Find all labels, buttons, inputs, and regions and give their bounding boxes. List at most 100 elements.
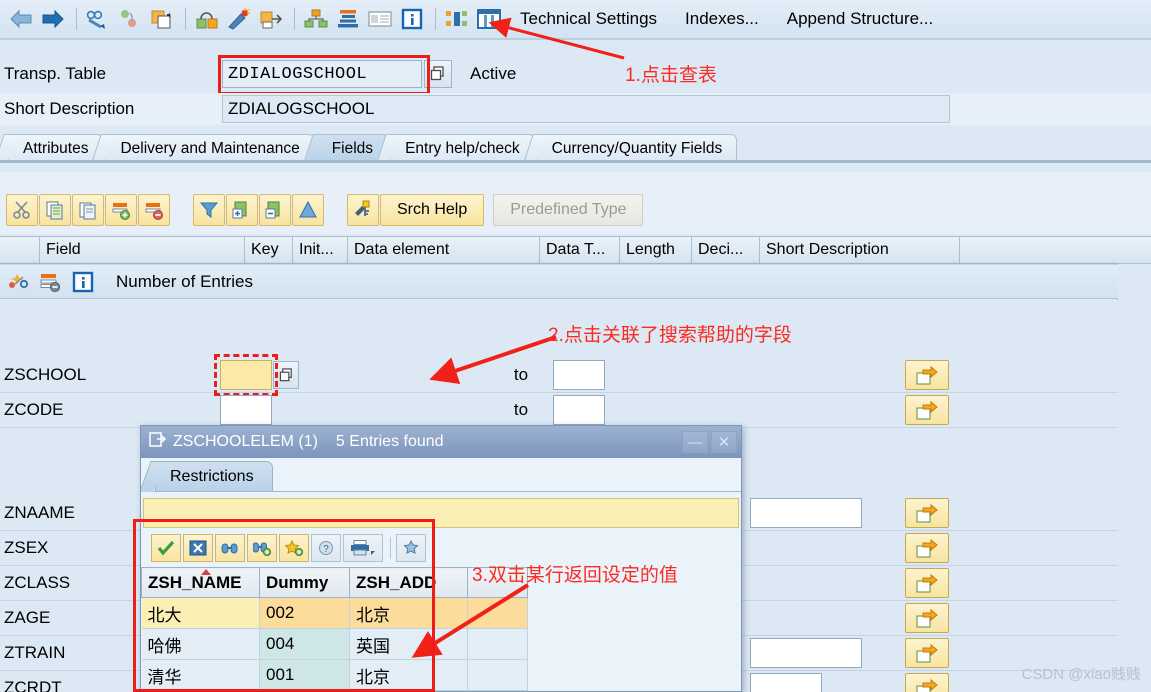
dialog-titlebar[interactable]: ZSCHOOLELEM (1) 5 Entries found — ✕ xyxy=(141,426,741,458)
column-label: ZSH_NAME xyxy=(148,572,242,592)
information-icon[interactable] xyxy=(68,267,98,297)
cell-zsh-name[interactable]: 清华 xyxy=(141,659,260,691)
toolbar-separator xyxy=(294,8,295,30)
zschool-search-help-icon[interactable] xyxy=(273,361,299,389)
zcode-from-input[interactable] xyxy=(220,395,272,425)
revise-icon[interactable] xyxy=(192,4,222,34)
tab-delivery-and-maintenance[interactable]: Delivery and Maintenance xyxy=(105,134,315,162)
srch-help-button[interactable]: Srch Help xyxy=(380,194,485,226)
short-description-input[interactable]: ZDIALOGSCHOOL xyxy=(222,95,950,123)
variant-icon[interactable] xyxy=(36,267,66,297)
restriction-input-bar[interactable] xyxy=(143,498,739,528)
filter-icon[interactable] xyxy=(193,194,225,226)
table-row[interactable]: 哈佛 004 英国 xyxy=(141,628,528,660)
cell-dummy[interactable]: 004 xyxy=(259,628,350,660)
toolbar-separator xyxy=(76,8,77,30)
menu-technical-settings[interactable]: Technical Settings xyxy=(520,9,657,29)
znaame-multiple-selection-button[interactable] xyxy=(905,498,949,528)
insert-row-icon[interactable] xyxy=(105,194,137,226)
table-row[interactable]: 清华 001 北京 xyxy=(141,659,528,691)
key-icon[interactable] xyxy=(347,194,379,226)
execute-icon[interactable] xyxy=(4,267,34,297)
help-icon[interactable]: ? xyxy=(311,534,341,562)
fields-toolbar-strip: Srch Help Predefined Type xyxy=(6,194,644,226)
tab-entry-help-check[interactable]: Entry help/check xyxy=(390,134,535,162)
zcrdt-to-input[interactable] xyxy=(750,673,822,692)
short-description-row: Short Description ZDIALOGSCHOOL xyxy=(0,93,1151,125)
zclass-multiple-selection-button[interactable] xyxy=(905,568,949,598)
table-name-help-icon[interactable] xyxy=(424,60,452,88)
menu-indexes[interactable]: Indexes... xyxy=(685,9,759,29)
column-header-zsh-name[interactable]: ZSH_NAME xyxy=(141,567,260,598)
tab-label: Fields xyxy=(331,139,374,157)
column-header-field[interactable]: Field xyxy=(40,236,245,264)
zcode-multiple-selection-button[interactable] xyxy=(905,395,949,425)
column-header-dummy[interactable]: Dummy xyxy=(259,567,350,598)
forward-arrow-icon[interactable] xyxy=(38,4,68,34)
column-header-key[interactable]: Key xyxy=(245,236,293,264)
wizard-icon[interactable] xyxy=(224,4,254,34)
copy-object-icon[interactable] xyxy=(147,4,177,34)
zschool-to-input[interactable] xyxy=(553,360,605,390)
column-header-length[interactable]: Length xyxy=(620,236,692,264)
cell-dummy[interactable]: 002 xyxy=(259,597,350,629)
structure-icon[interactable] xyxy=(442,4,472,34)
back-arrow-icon[interactable] xyxy=(6,4,36,34)
close-icon[interactable]: ✕ xyxy=(711,431,737,453)
table-name-input[interactable]: ZDIALOGSCHOOL xyxy=(222,60,422,88)
dialog-entries-found: 5 Entries found xyxy=(335,433,444,450)
grid-select-column[interactable] xyxy=(0,236,40,264)
unpack-icon[interactable] xyxy=(256,4,286,34)
tab-currency-quantity-fields[interactable]: Currency/Quantity Fields xyxy=(536,134,738,162)
other-object-icon[interactable] xyxy=(115,4,145,34)
short-description-label: Short Description xyxy=(4,99,135,118)
table-contents-icon[interactable] xyxy=(474,4,504,34)
find-next-icon[interactable] xyxy=(247,534,277,562)
documentation-icon[interactable] xyxy=(365,4,395,34)
print-icon[interactable] xyxy=(343,534,383,562)
tab-restrictions[interactable]: Restrictions xyxy=(155,461,273,491)
cell-dummy[interactable]: 001 xyxy=(259,659,350,691)
selection-row-zcode: ZCODE to xyxy=(0,393,1118,428)
column-header-init[interactable]: Init... xyxy=(293,236,348,264)
zschool-from-input[interactable] xyxy=(220,360,272,390)
zsex-multiple-selection-button[interactable] xyxy=(905,533,949,563)
delete-row-icon[interactable] xyxy=(138,194,170,226)
hierarchy-icon[interactable] xyxy=(301,4,331,34)
znaame-to-input[interactable] xyxy=(750,498,862,528)
zschool-multiple-selection-button[interactable] xyxy=(905,360,949,390)
table-row[interactable]: 北大 002 北京 xyxy=(141,597,528,629)
column-header-short-description[interactable]: Short Description xyxy=(760,236,960,264)
append-row-icon[interactable] xyxy=(226,194,258,226)
cell-zsh-name[interactable]: 哈佛 xyxy=(141,628,260,660)
tab-attributes[interactable]: Attributes xyxy=(8,134,104,162)
cut-icon[interactable] xyxy=(6,194,38,226)
ztrain-to-input[interactable] xyxy=(750,638,862,668)
column-header-data-element[interactable]: Data element xyxy=(348,236,540,264)
cell-zsh-add[interactable]: 北京 xyxy=(349,597,468,629)
find-icon[interactable] xyxy=(215,534,245,562)
display-change-icon[interactable] xyxy=(83,4,113,34)
cell-zsh-name[interactable]: 北大 xyxy=(141,597,260,629)
column-header-decimals[interactable]: Deci... xyxy=(692,236,760,264)
personal-value-list-icon[interactable] xyxy=(396,534,426,562)
zcrdt-multiple-selection-button[interactable] xyxy=(905,673,949,692)
zcode-to-input[interactable] xyxy=(553,395,605,425)
cell-zsh-add[interactable]: 北京 xyxy=(349,659,468,691)
ztrain-multiple-selection-button[interactable] xyxy=(905,638,949,668)
zage-multiple-selection-button[interactable] xyxy=(905,603,949,633)
menu-append-structure[interactable]: Append Structure... xyxy=(787,9,933,29)
column-header-data-type[interactable]: Data T... xyxy=(540,236,620,264)
sort-icon[interactable] xyxy=(292,194,324,226)
copy-icon[interactable] xyxy=(39,194,71,226)
column-header-zsh-add[interactable]: ZSH_ADD xyxy=(349,567,468,598)
minimize-icon[interactable]: — xyxy=(682,431,708,453)
information-icon[interactable] xyxy=(397,4,427,34)
append-icon[interactable] xyxy=(333,4,363,34)
remove-row-icon[interactable] xyxy=(259,194,291,226)
cancel-icon[interactable] xyxy=(183,534,213,562)
paste-icon[interactable] xyxy=(72,194,104,226)
cell-zsh-add[interactable]: 英国 xyxy=(349,628,468,660)
add-favorite-icon[interactable] xyxy=(279,534,309,562)
check-icon[interactable] xyxy=(151,534,181,562)
